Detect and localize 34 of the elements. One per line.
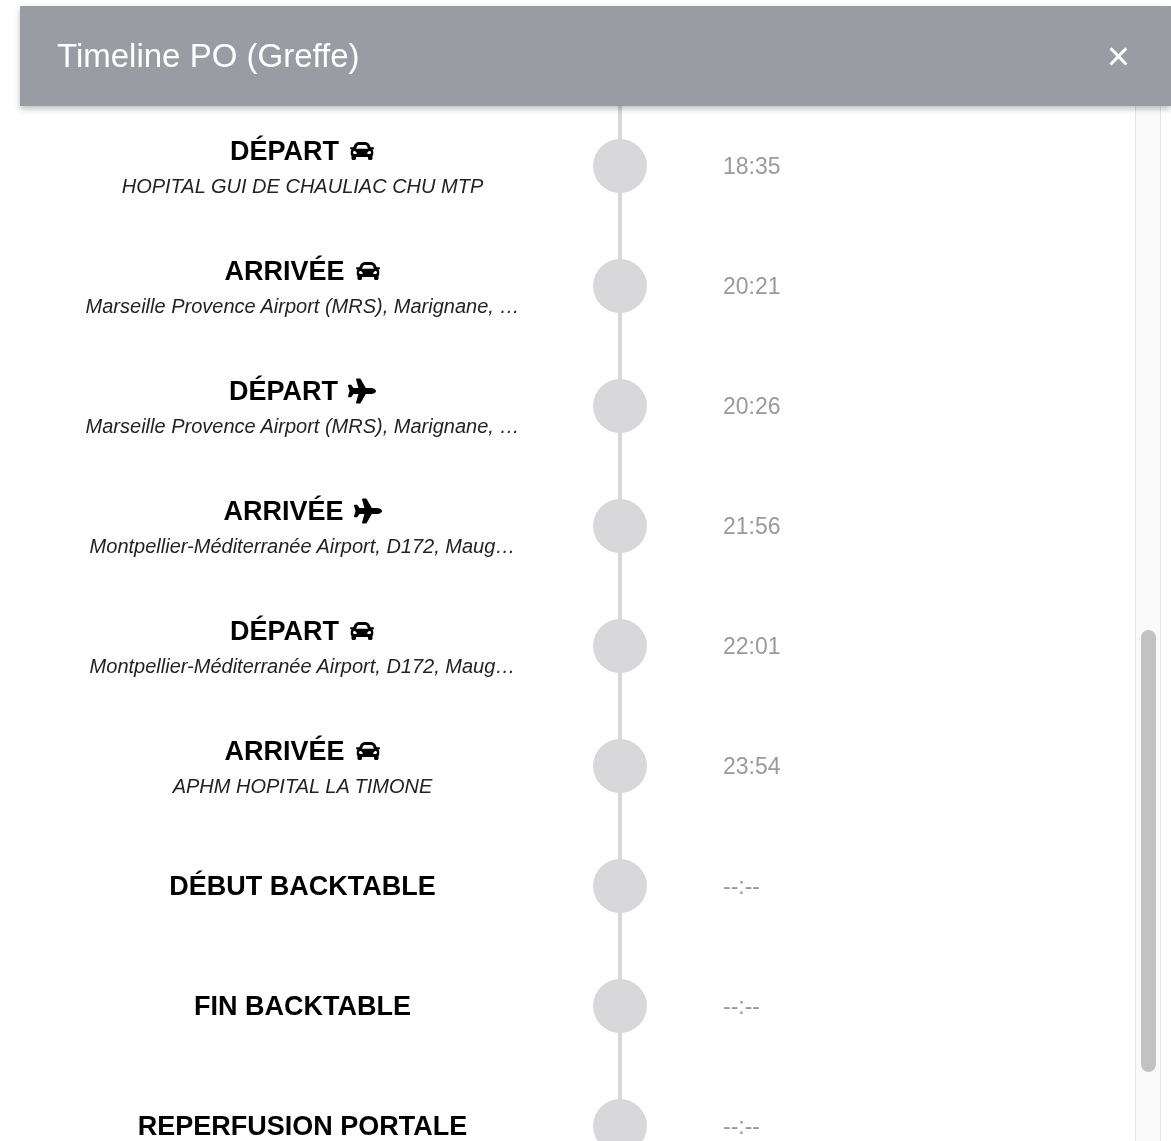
event-location: Montpellier-Méditerranée Airport, D172, Maug… bbox=[89, 534, 516, 560]
car-icon bbox=[354, 739, 381, 763]
event-location: Marseille Provence Airport (MRS), Marignane, … bbox=[85, 414, 520, 440]
event-time: 20:21 bbox=[723, 271, 781, 301]
close-button[interactable]: × bbox=[1102, 36, 1134, 76]
airplane-icon bbox=[353, 498, 382, 524]
car-icon bbox=[349, 619, 375, 643]
event-title: ARRIVÉE bbox=[223, 494, 344, 528]
dialog-title: Timeline PO (Greffe) bbox=[57, 36, 360, 77]
event-title: FIN BACKTABLE bbox=[194, 989, 411, 1023]
event-time: 20:26 bbox=[723, 391, 781, 421]
car-icon bbox=[349, 139, 375, 163]
scrollbar[interactable] bbox=[1135, 106, 1161, 1141]
event-time: 23:54 bbox=[723, 751, 781, 781]
event-time: 21:56 bbox=[723, 511, 781, 541]
event-title: ARRIVÉE bbox=[224, 734, 345, 768]
event-location: Marseille Provence Airport (MRS), Marignane, … bbox=[85, 294, 520, 320]
airplane-icon bbox=[348, 378, 376, 404]
event-title: DÉBUT BACKTABLE bbox=[169, 869, 436, 903]
event-title: DÉPART bbox=[230, 614, 339, 648]
event-location: APHM HOPITAL LA TIMONE bbox=[172, 774, 433, 800]
event-time: --:-- bbox=[723, 991, 761, 1021]
event-title: DÉPART bbox=[229, 374, 338, 408]
event-time: 18:35 bbox=[723, 151, 781, 181]
event-time: 22:01 bbox=[723, 631, 781, 661]
event-title: ARRIVÉE bbox=[224, 254, 345, 288]
event-title: REPERFUSION PORTALE bbox=[137, 1109, 468, 1141]
car-icon bbox=[354, 259, 381, 283]
event-location: Montpellier-Méditerranée Airport, D172, Maug… bbox=[89, 654, 516, 680]
event-time: --:-- bbox=[723, 1111, 761, 1141]
event-title: DÉPART bbox=[230, 134, 339, 168]
event-time: --:-- bbox=[723, 871, 761, 901]
event-location: HOPITAL GUI DE CHAULIAC CHU MTP bbox=[121, 174, 484, 200]
scrollbar-thumb[interactable] bbox=[1140, 630, 1156, 1072]
